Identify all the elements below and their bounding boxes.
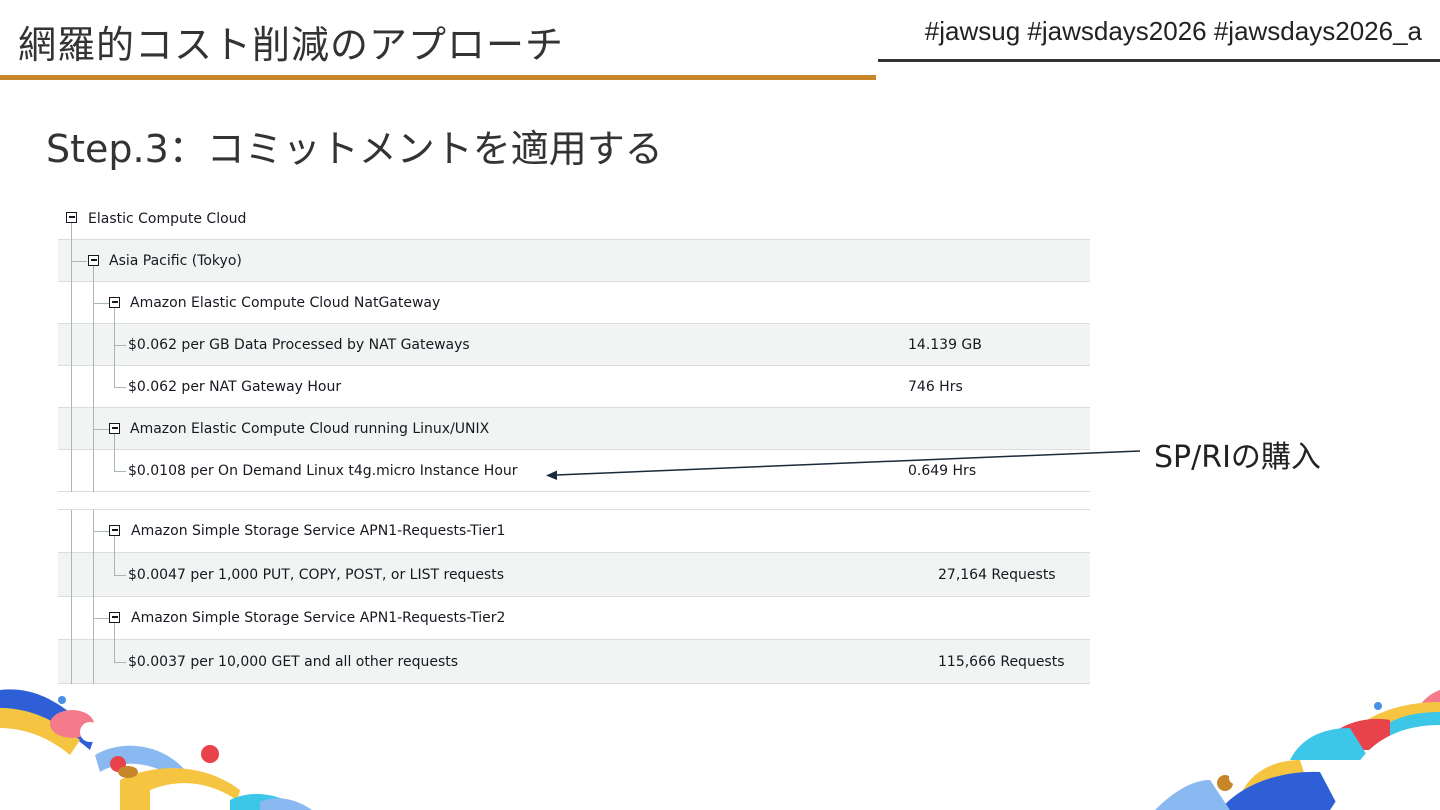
- hashtags: #jawsug #jawsdays2026 #jawsdays2026_a: [924, 16, 1422, 46]
- billing-details-table: Elastic Compute Cloud Asia Pacific (Toky…: [58, 198, 1090, 684]
- line-item-label: $0.062 per GB Data Processed by NAT Gate…: [128, 336, 470, 353]
- usage-group-label: Amazon Elastic Compute Cloud running Lin…: [130, 420, 490, 437]
- tree-row-usage-group[interactable]: Amazon Simple Storage Service APN1-Reque…: [58, 597, 1090, 640]
- usage-group-label: Amazon Elastic Compute Cloud NatGateway: [130, 294, 441, 311]
- decorative-clouds-right: [1155, 690, 1440, 810]
- step-subtitle: Step.3：コミットメントを適用する: [46, 127, 663, 171]
- usage-quantity: 27,164 Requests: [938, 566, 1056, 583]
- service-label: Elastic Compute Cloud: [88, 210, 247, 227]
- usage-group-label: Amazon Simple Storage Service APN1-Reque…: [131, 610, 506, 626]
- collapse-icon[interactable]: [109, 423, 120, 434]
- tree-row-usage-group[interactable]: Amazon Elastic Compute Cloud NatGateway: [58, 282, 1090, 324]
- tree-row-line-item: $0.062 per NAT Gateway Hour 746 Hrs: [58, 366, 1090, 408]
- usage-quantity: 115,666 Requests: [938, 653, 1065, 670]
- tree-row-usage-group[interactable]: Amazon Simple Storage Service APN1-Reque…: [58, 510, 1090, 553]
- tree-row-line-item: $0.0047 per 1,000 PUT, COPY, POST, or LI…: [58, 553, 1090, 597]
- hashtag-underline: [878, 59, 1440, 62]
- annotation-label: SP/RIの購入: [1154, 440, 1321, 475]
- usage-quantity: 14.139 GB: [908, 336, 982, 353]
- tree-row-region[interactable]: Asia Pacific (Tokyo): [58, 240, 1090, 282]
- collapse-icon[interactable]: [88, 255, 99, 266]
- tree-row-usage-group[interactable]: Amazon Elastic Compute Cloud running Lin…: [58, 408, 1090, 450]
- usage-quantity: 746 Hrs: [908, 378, 963, 395]
- table-divider: [58, 492, 1090, 510]
- region-label: Asia Pacific (Tokyo): [109, 252, 242, 269]
- collapse-icon[interactable]: [66, 212, 77, 223]
- title-underline: [0, 75, 876, 80]
- decorative-clouds-left: [0, 689, 312, 810]
- collapse-icon[interactable]: [109, 297, 120, 308]
- tree-row-line-item: $0.062 per GB Data Processed by NAT Gate…: [58, 324, 1090, 366]
- slide-title: 網羅的コスト削減のアプローチ: [18, 23, 565, 67]
- line-item-label: $0.0108 per On Demand Linux t4g.micro In…: [128, 462, 518, 479]
- usage-group-label: Amazon Simple Storage Service APN1-Reque…: [131, 523, 506, 539]
- usage-quantity: 0.649 Hrs: [908, 462, 977, 479]
- line-item-label: $0.0047 per 1,000 PUT, COPY, POST, or LI…: [128, 566, 505, 583]
- collapse-icon[interactable]: [109, 612, 120, 623]
- line-item-label: $0.0037 per 10,000 GET and all other req…: [128, 653, 459, 670]
- tree-row-line-item: $0.0108 per On Demand Linux t4g.micro In…: [58, 450, 1090, 492]
- tree-row-line-item: $0.0037 per 10,000 GET and all other req…: [58, 640, 1090, 684]
- collapse-icon[interactable]: [109, 525, 120, 536]
- tree-row-service[interactable]: Elastic Compute Cloud: [58, 198, 1090, 240]
- line-item-label: $0.062 per NAT Gateway Hour: [128, 378, 342, 395]
